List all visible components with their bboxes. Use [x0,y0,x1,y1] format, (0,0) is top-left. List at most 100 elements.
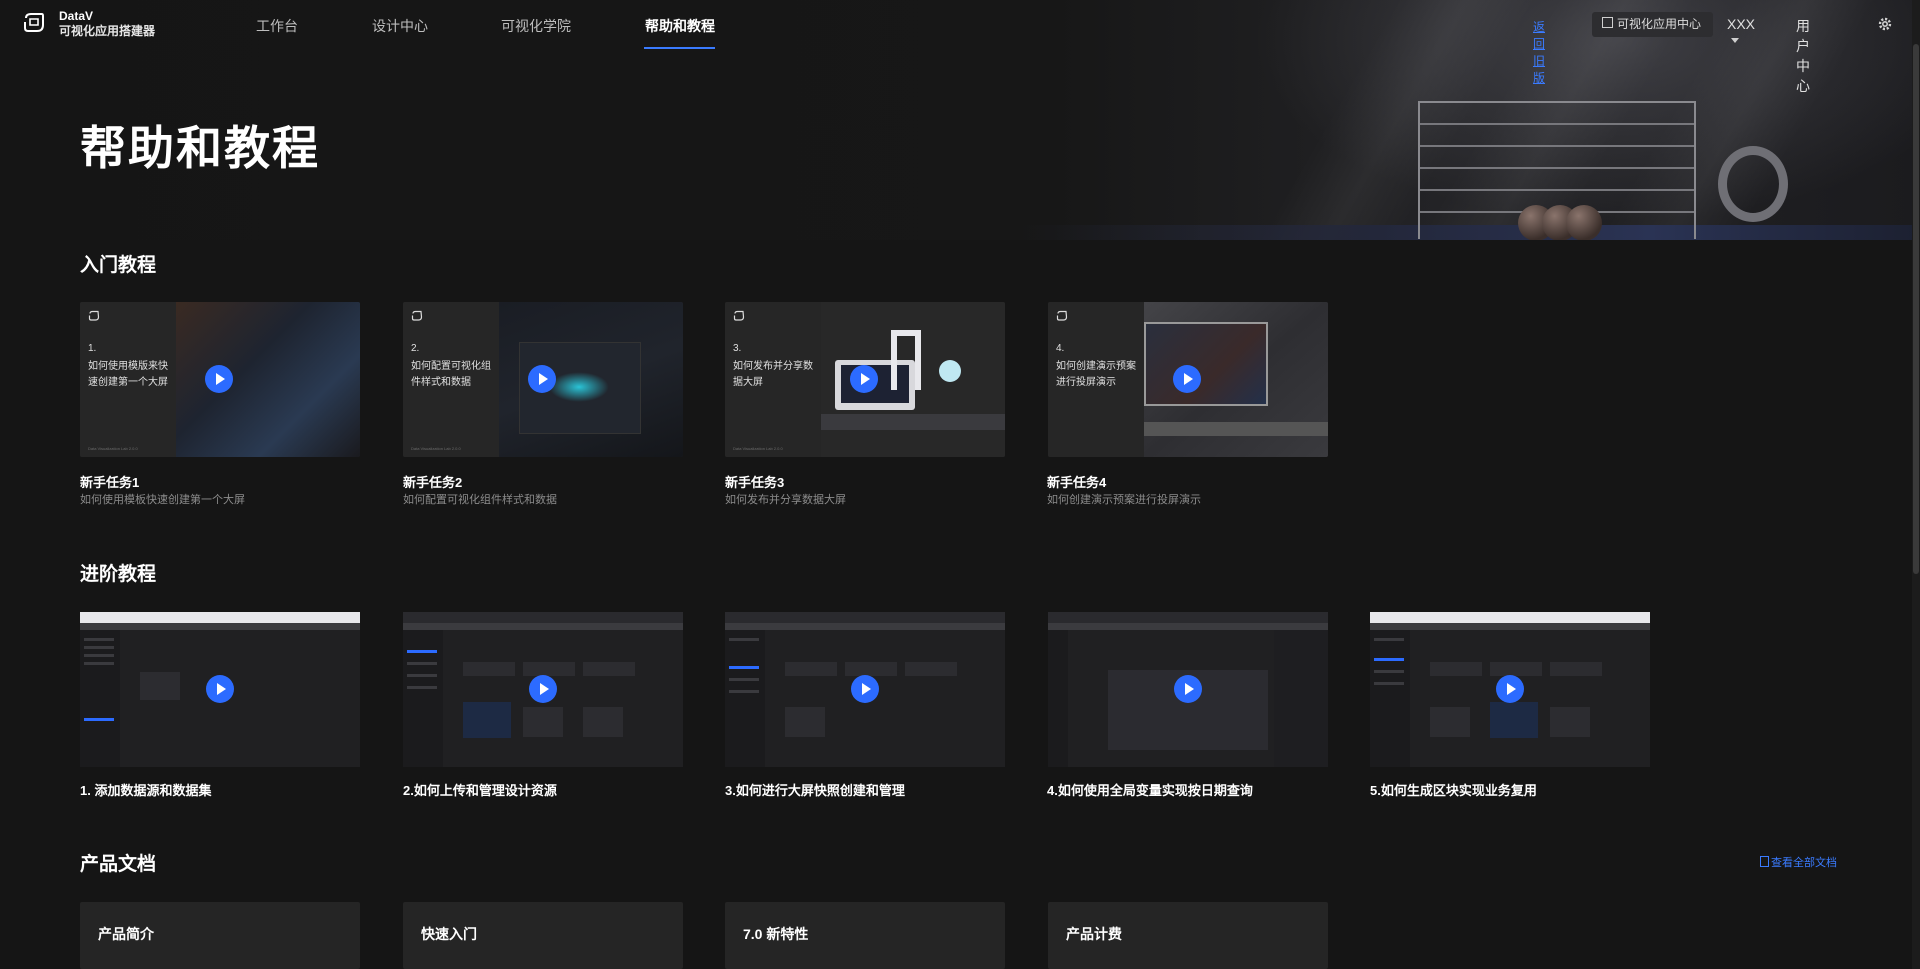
card-number: 4. [1056,343,1065,354]
doc-card-label: 7.0 新特性 [743,926,809,942]
app-sidebar [1370,630,1410,767]
config-screenshot-image [499,302,683,457]
play-icon[interactable] [529,675,557,703]
play-icon[interactable] [205,365,233,393]
user-menu[interactable]: XXX [1727,16,1755,48]
card-footer: Data Visualization Lab 2.0.0 [88,446,138,451]
play-icon[interactable] [1496,675,1524,703]
advanced-video-title[interactable]: 4.如何使用全局变量实现按日期查询 [1047,780,1253,799]
datav-logo-icon[interactable] [22,11,46,35]
document-icon [1760,856,1769,867]
advanced-video-4[interactable] [1048,612,1328,767]
intro-card-title[interactable]: 新手任务1 [80,472,139,491]
app-center-label: 可视化应用中心 [1617,17,1702,31]
advanced-video-5[interactable] [1370,612,1650,767]
card-caption: 如何配置可视化组件样式和数据 [411,361,491,388]
view-all-docs-link[interactable]: 查看全部文档 [1760,854,1837,870]
advanced-video-2[interactable] [403,612,683,767]
play-icon[interactable] [851,675,879,703]
intro-card-3[interactable]: 3. 如何发布并分享数据大屏 Data Visualization Lab 2.… [725,302,1005,457]
card-caption: 如何发布并分享数据大屏 [733,361,813,388]
nav-item-workbench[interactable]: 工作台 [256,16,298,36]
brand-name: DataV [59,9,94,23]
intro-card-title[interactable]: 新手任务2 [403,472,462,491]
hero-ring [1718,146,1788,222]
advanced-video-title[interactable]: 2.如何上传和管理设计资源 [403,780,557,799]
chevron-down-icon [1731,38,1739,43]
intro-card-desc: 如何配置可视化组件样式和数据 [403,494,557,506]
advanced-video-title[interactable]: 1. 添加数据源和数据集 [80,780,211,799]
intro-card-desc: 如何发布并分享数据大屏 [725,494,846,506]
intro-card-1[interactable]: 1. 如何使用模版来快速创建第一个大屏 Data Visualization L… [80,302,360,457]
gear-icon[interactable] [1877,16,1893,32]
advanced-video-title[interactable]: 3.如何进行大屏快照创建和管理 [725,780,905,799]
nav-active-indicator [644,47,715,49]
hero-ball [1566,205,1602,240]
app-sidebar [725,630,765,767]
nav-item-help[interactable]: 帮助和教程 [645,16,715,36]
intro-section-title: 入门教程 [80,255,157,276]
browser-bar [80,612,360,623]
brand-subtitle: 可视化应用搭建器 [59,24,156,38]
play-icon[interactable] [850,365,878,393]
datav-logo-icon [733,310,745,321]
nav-item-academy[interactable]: 可视化学院 [501,16,571,36]
scrollbar-thumb[interactable] [1913,44,1919,574]
url-bar [80,623,360,630]
card-caption: 如何使用模版来快速创建第一个大屏 [88,361,168,388]
doc-card-quickstart[interactable]: 快速入门 [403,902,683,969]
card-text-panel: 4. 如何创建演示预案进行投屏演示 [1048,302,1144,457]
datav-logo-icon [1056,310,1068,321]
nav-item-design-center[interactable]: 设计中心 [372,16,428,36]
card-caption: 如何创建演示预案进行投屏演示 [1056,361,1136,388]
card-footer: Data Visualization Lab 2.0.0 [733,446,783,451]
datav-logo-icon [88,310,100,321]
doc-card-intro[interactable]: 产品简介 [80,902,360,969]
top-bar: DataV 可视化应用搭建器 工作台 设计中心 可视化学院 帮助和教程 返回旧版… [0,0,1920,94]
card-text-panel: 2. 如何配置可视化组件样式和数据 Data Visualization Lab… [403,302,499,457]
intro-card-title[interactable]: 新手任务4 [1047,472,1106,491]
browser-bar [1048,612,1328,623]
url-bar [403,623,683,630]
advanced-video-3[interactable] [725,612,1005,767]
intro-card-2[interactable]: 2. 如何配置可视化组件样式和数据 Data Visualization Lab… [403,302,683,457]
doc-card-label: 产品计费 [1066,926,1122,942]
card-text-panel: 3. 如何发布并分享数据大屏 Data Visualization Lab 2.… [725,302,821,457]
view-all-docs-label: 查看全部文档 [1771,857,1837,869]
doc-card-pricing[interactable]: 产品计费 [1048,902,1328,969]
intro-card-desc: 如何创建演示预案进行投屏演示 [1047,494,1201,506]
browser-bar [725,612,1005,623]
advanced-section-title: 进阶教程 [80,564,157,585]
docs-section-title: 产品文档 [80,854,157,875]
app-center-button[interactable]: 可视化应用中心 [1592,12,1713,37]
card-footer: Data Visualization Lab 2.0.0 [411,446,461,451]
app-sidebar [80,630,120,767]
card-number: 1. [88,343,97,354]
user-center-link[interactable]: 用户中心 [1796,16,1810,96]
card-number: 2. [411,343,420,354]
intro-card-desc: 如何使用模板快速创建第一个大屏 [80,494,245,506]
intro-card-4[interactable]: 4. 如何创建演示预案进行投屏演示 [1048,302,1328,457]
browser-bar [403,612,683,623]
dashboard-collage-image [176,302,360,457]
browser-bar [1370,612,1650,623]
play-icon[interactable] [206,675,234,703]
doc-card-new-features[interactable]: 7.0 新特性 [725,902,1005,969]
card-number: 3. [733,343,742,354]
play-icon[interactable] [1173,365,1201,393]
url-bar [1370,623,1650,630]
app-sidebar [1048,630,1068,767]
datav-logo-icon [411,310,423,321]
url-bar [1048,623,1328,630]
play-icon[interactable] [1174,675,1202,703]
advanced-video-title[interactable]: 5.如何生成区块实现业务复用 [1370,780,1537,799]
external-link-icon [1602,17,1613,28]
intro-card-title[interactable]: 新手任务3 [725,472,784,491]
publish-illustration-image [821,302,1005,457]
doc-card-label: 快速入门 [421,926,477,942]
play-icon[interactable] [528,365,556,393]
page-title: 帮助和教程 [80,122,320,174]
old-version-link[interactable]: 返回旧版 [1533,18,1545,86]
advanced-video-1[interactable] [80,612,360,767]
card-text-panel: 1. 如何使用模版来快速创建第一个大屏 Data Visualization L… [80,302,176,457]
